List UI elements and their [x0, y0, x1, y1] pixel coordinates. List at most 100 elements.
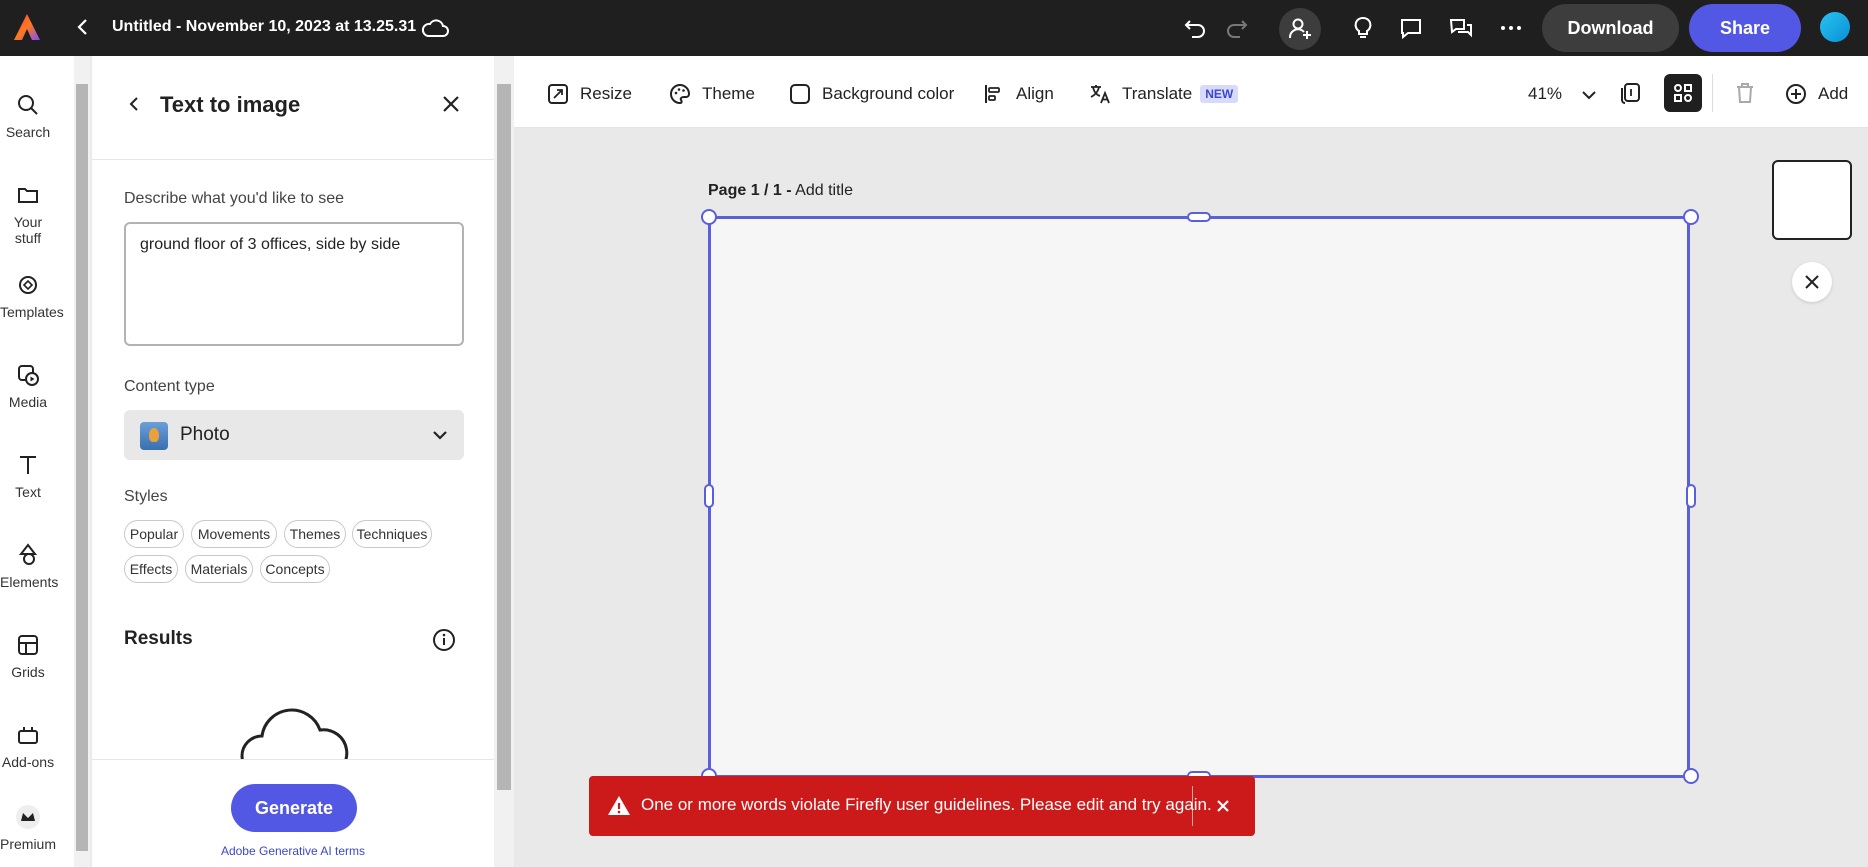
resize-icon — [548, 84, 568, 104]
page-number-label: Page 1 / 1 - — [708, 182, 792, 199]
rail-label: Templates — [0, 304, 64, 320]
content-type-label: Content type — [124, 378, 215, 395]
rail-label: Add-ons — [1, 754, 55, 770]
panel-footer: Generate Adobe Generative AI terms — [92, 759, 494, 867]
invite-collaborator-button[interactable] — [1279, 8, 1321, 50]
style-chip[interactable]: Movements — [191, 520, 277, 548]
left-rail: Search Your stuff Templates Media Text E… — [0, 56, 74, 867]
cloud-sync-icon[interactable] — [420, 16, 450, 40]
search-icon — [18, 95, 38, 115]
translate-button[interactable]: Translate NEW — [1088, 82, 1239, 106]
close-icon[interactable] — [440, 93, 462, 115]
rail-item-text[interactable]: Text — [0, 452, 56, 500]
results-title: Results — [124, 628, 193, 649]
panel-scrollbar-thumb[interactable] — [497, 84, 511, 790]
back-arrow-icon[interactable] — [72, 16, 94, 38]
translate-icon — [1090, 85, 1110, 104]
layers-grid-button[interactable] — [1664, 74, 1702, 112]
top-bar: Untitled - November 10, 2023 at 13.25.31… — [0, 0, 1868, 56]
prompt-textarea[interactable]: ground floor of 3 offices, side by side — [124, 222, 464, 346]
resize-label: Resize — [580, 84, 632, 103]
resize-handle-top-right[interactable] — [1683, 209, 1699, 225]
document-title[interactable]: Untitled - November 10, 2023 at 13.25.31 — [112, 18, 416, 36]
comment-icon[interactable] — [1396, 13, 1426, 43]
align-label: Align — [1016, 84, 1054, 103]
background-color-label: Background color — [822, 84, 955, 103]
resize-handle-bottom-right[interactable] — [1683, 768, 1699, 784]
style-chip[interactable]: Techniques — [352, 520, 432, 548]
toast-message: One or more words violate Firefly user g… — [641, 795, 1212, 814]
adobe-express-logo-icon[interactable] — [12, 12, 42, 42]
resize-handle-top[interactable] — [1187, 212, 1211, 222]
lightbulb-icon[interactable] — [1348, 13, 1378, 43]
text-icon — [20, 456, 36, 474]
add-circle-icon — [1786, 84, 1806, 104]
rail-label: Elements — [0, 574, 59, 590]
zoom-level[interactable]: 41% — [1528, 84, 1562, 104]
rail-item-media[interactable]: Media — [0, 362, 56, 410]
new-badge: NEW — [1200, 85, 1239, 103]
page-thumbnail[interactable] — [1772, 160, 1852, 240]
rail-item-premium[interactable]: Premium — [0, 804, 56, 852]
resize-handle-top-left[interactable] — [701, 209, 717, 225]
style-chip[interactable]: Themes — [284, 520, 346, 548]
info-icon[interactable] — [432, 628, 456, 652]
content-type-value: Photo — [180, 424, 230, 445]
rail-item-addons[interactable]: Add-ons — [0, 722, 56, 770]
close-thumbnails-button[interactable] — [1792, 262, 1832, 302]
translate-label: Translate — [1122, 84, 1193, 103]
add-title-link[interactable]: Add title — [795, 182, 853, 199]
photo-balloon-icon — [140, 422, 168, 450]
pages-button[interactable] — [1612, 74, 1650, 112]
panel-back-icon[interactable] — [124, 94, 144, 114]
panel-header: Text to image — [92, 56, 494, 160]
add-page-button[interactable]: Add — [1784, 82, 1848, 106]
style-chip[interactable]: Effects — [124, 555, 178, 583]
warning-icon — [608, 796, 630, 815]
templates-icon — [19, 276, 37, 294]
canvas-toolbar: Resize Theme Background color Align Tran… — [514, 56, 1868, 128]
content-type-dropdown[interactable]: Photo — [124, 410, 464, 460]
rail-scrollbar-thumb[interactable] — [76, 84, 88, 851]
background-color-button[interactable]: Background color — [788, 82, 954, 106]
resize-handle-right[interactable] — [1686, 484, 1696, 508]
rail-item-templates[interactable]: Templates — [0, 272, 64, 320]
avatar[interactable] — [1820, 12, 1850, 42]
rail-label: Media — [8, 394, 48, 410]
share-button[interactable]: Share — [1689, 4, 1801, 52]
rail-item-elements[interactable]: Elements — [0, 542, 59, 590]
rail-label: Premium — [0, 836, 57, 852]
rail-label: Search — [5, 124, 51, 140]
style-chip[interactable]: Concepts — [260, 555, 330, 583]
artboard[interactable] — [708, 216, 1690, 778]
resize-button[interactable]: Resize — [546, 82, 632, 106]
style-chip[interactable]: Materials — [185, 555, 253, 583]
ai-terms-link[interactable]: Adobe Generative AI terms — [92, 844, 494, 858]
delete-button[interactable] — [1726, 74, 1764, 112]
rail-scrollbar[interactable] — [74, 56, 90, 867]
generate-button[interactable]: Generate — [231, 784, 357, 832]
zoom-chevron-down-icon[interactable] — [1580, 86, 1598, 104]
align-button[interactable]: Align — [982, 82, 1054, 106]
text-to-image-panel: Text to image Describe what you'd like t… — [92, 56, 494, 867]
undo-icon[interactable] — [1180, 13, 1210, 43]
rail-item-search[interactable]: Search — [0, 92, 56, 140]
panel-scrollbar[interactable] — [494, 56, 514, 867]
toast-close-icon[interactable] — [1213, 796, 1233, 816]
toast-divider — [1192, 786, 1193, 826]
redo-icon[interactable] — [1222, 13, 1252, 43]
resize-handle-left[interactable] — [704, 484, 714, 508]
rail-item-grids[interactable]: Grids — [0, 632, 56, 680]
messages-icon[interactable] — [1446, 13, 1476, 43]
addons-icon — [18, 727, 38, 744]
rail-label: Your stuff — [13, 214, 43, 246]
theme-button[interactable]: Theme — [668, 82, 755, 106]
palette-icon — [670, 83, 691, 105]
more-options-icon[interactable] — [1496, 13, 1526, 43]
add-person-icon — [1288, 18, 1311, 39]
page-label: Page 1 / 1 - Add title — [708, 182, 853, 200]
style-chip[interactable]: Popular — [124, 520, 184, 548]
background-color-icon — [790, 84, 810, 104]
download-button[interactable]: Download — [1542, 4, 1679, 52]
rail-item-your-stuff[interactable]: Your stuff — [0, 182, 56, 246]
